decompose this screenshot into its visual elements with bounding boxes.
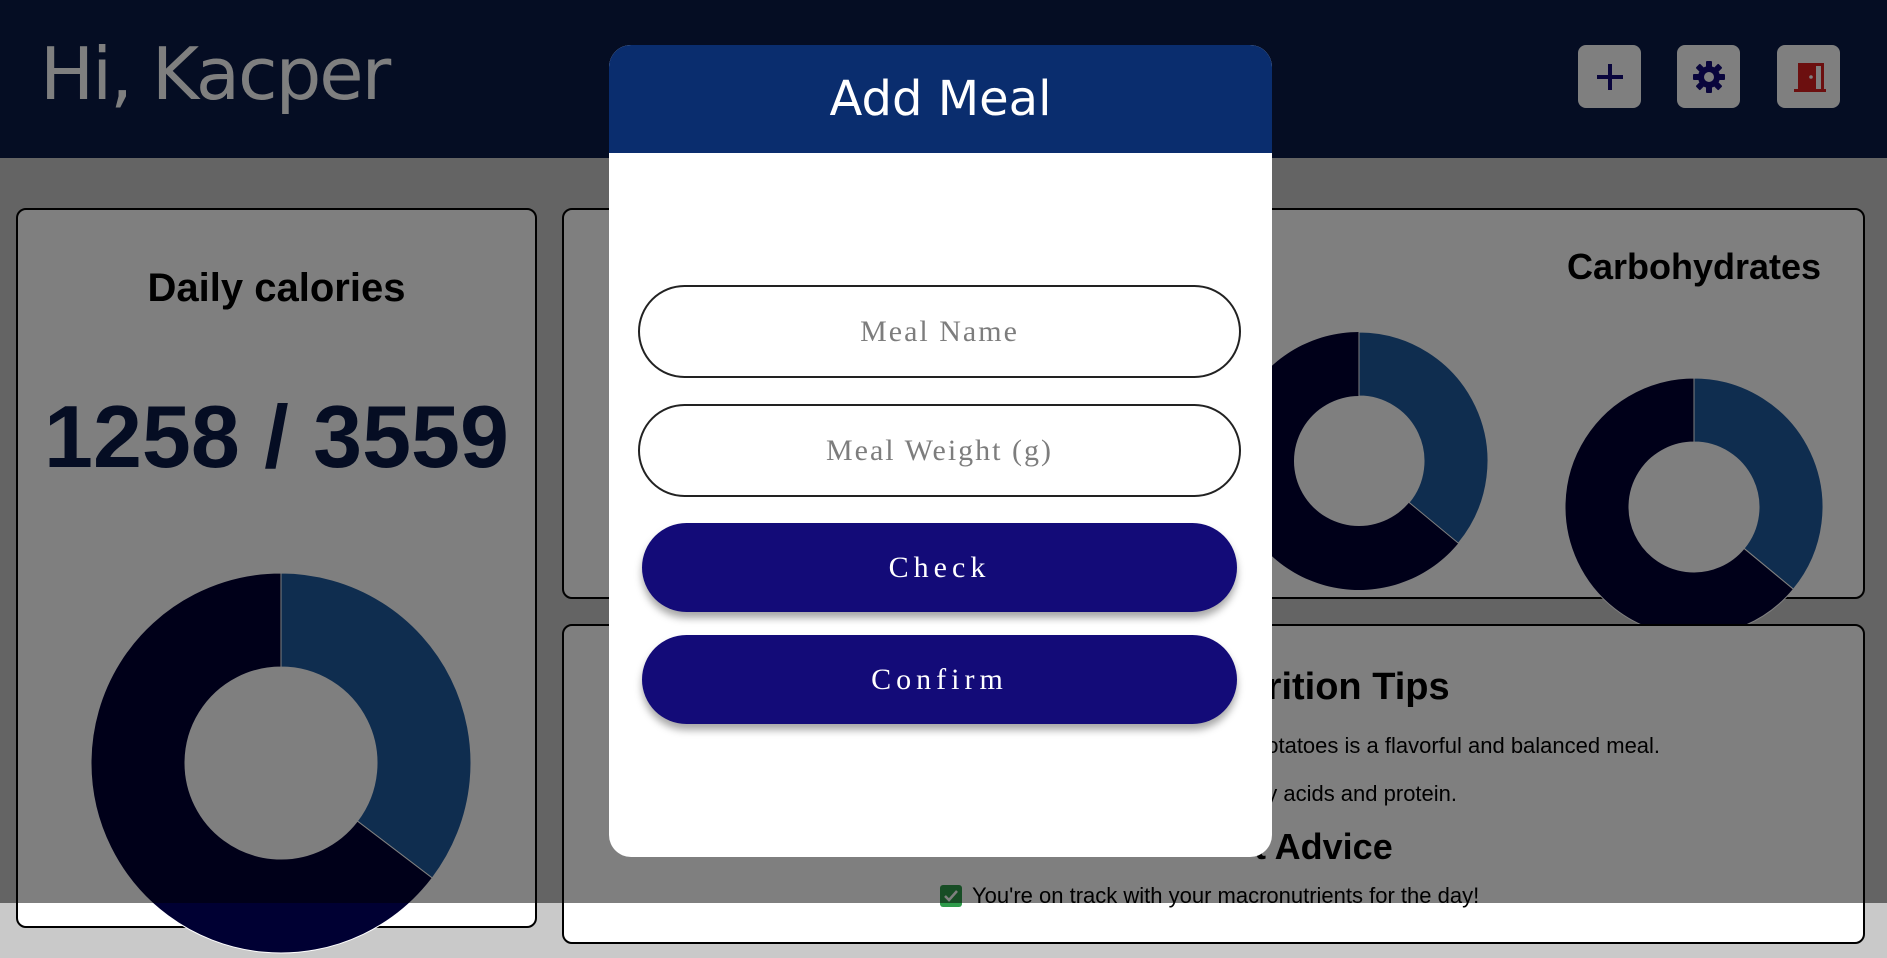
meal-name-input[interactable] [638,285,1241,378]
confirm-button[interactable]: Confirm [642,635,1237,724]
modal-header: Add Meal [609,45,1272,153]
meal-weight-input[interactable] [638,404,1241,497]
check-button[interactable]: Check [642,523,1237,612]
add-meal-modal: Add Meal Check Confirm [609,45,1272,857]
modal-title: Add Meal [829,71,1052,127]
